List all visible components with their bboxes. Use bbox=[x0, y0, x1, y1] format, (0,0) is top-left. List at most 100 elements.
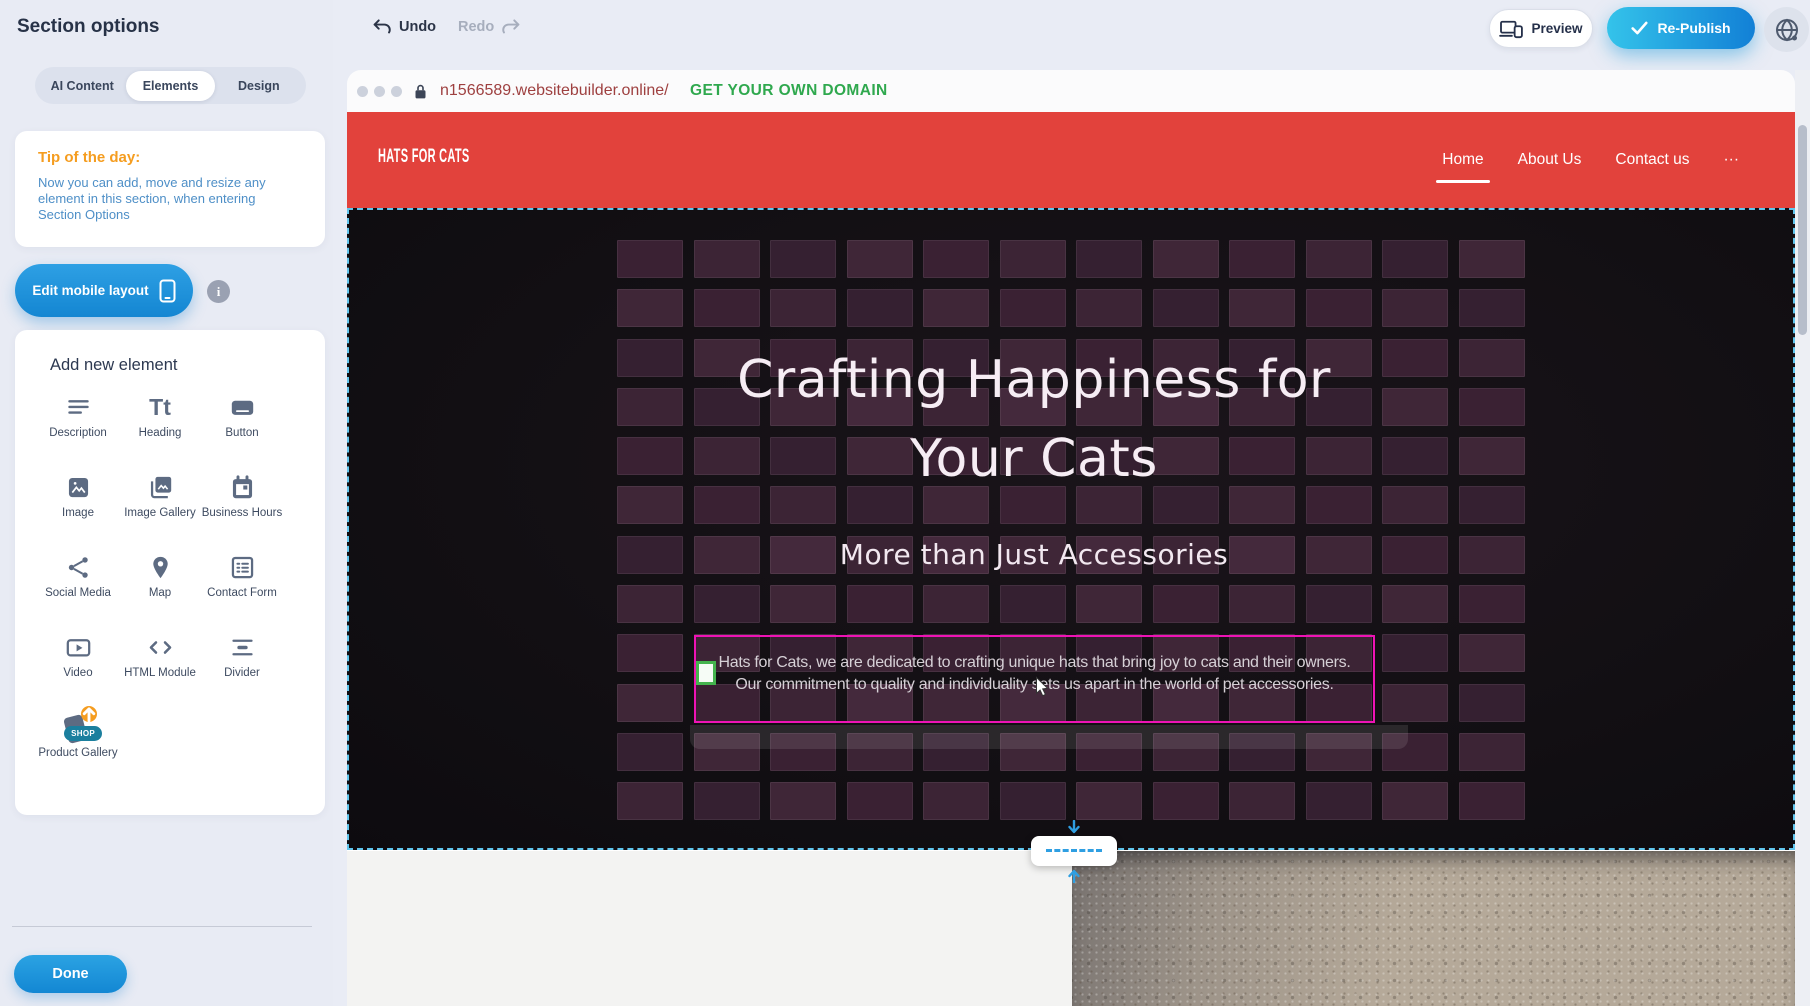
contact-form-icon bbox=[227, 552, 257, 582]
add-element-divider[interactable]: Divider bbox=[201, 632, 283, 712]
product-gallery-icon: SHOP bbox=[63, 712, 93, 742]
map-icon bbox=[145, 552, 175, 582]
hero-heading[interactable]: Crafting Happiness for Your Cats bbox=[347, 341, 1721, 499]
site-url[interactable]: n1566589.websitebuilder.online/ bbox=[440, 82, 669, 100]
add-element-social-media[interactable]: Social Media bbox=[37, 552, 119, 632]
devices-icon bbox=[1499, 19, 1523, 39]
add-element-label: Image bbox=[62, 507, 94, 520]
add-element-grid: Description Tt Heading Button Image Image Gal… bbox=[37, 392, 303, 792]
add-element-label: Business Hours bbox=[202, 507, 283, 520]
add-element-label: Description bbox=[49, 427, 107, 440]
panel-tabbar: AI ContentElementsDesign bbox=[35, 67, 306, 104]
nav-item-home[interactable]: Home bbox=[1442, 151, 1483, 169]
arrow-up-icon bbox=[1066, 868, 1082, 883]
arrow-down-icon bbox=[1066, 820, 1082, 835]
tab-ai-content[interactable]: AI Content bbox=[38, 71, 126, 101]
undo-button[interactable]: Undo bbox=[372, 18, 436, 36]
tip-title: Tip of the day: bbox=[38, 149, 140, 166]
preview-button[interactable]: Preview bbox=[1489, 9, 1593, 48]
site-header: HATS FOR CATS Home About Us Contact us ··· bbox=[347, 112, 1795, 208]
add-element-map[interactable]: Map bbox=[119, 552, 201, 632]
get-domain-link[interactable]: GET YOUR OWN DOMAIN bbox=[690, 82, 888, 100]
tab-design[interactable]: Design bbox=[215, 71, 303, 101]
add-element-label: Heading bbox=[139, 427, 182, 440]
mouse-cursor bbox=[1035, 676, 1050, 697]
divider-icon bbox=[227, 632, 257, 662]
add-element-heading[interactable]: Tt Heading bbox=[119, 392, 201, 472]
hero-paragraph-line1: Hats for Cats, we are dedicated to craft… bbox=[696, 652, 1373, 674]
paragraph-hover-strip bbox=[690, 725, 1408, 749]
html-module-icon bbox=[145, 632, 175, 662]
hero-section[interactable]: Crafting Happiness for Your Cats More th… bbox=[347, 208, 1795, 850]
tip-card: Tip of the day: Now you can add, move an… bbox=[15, 131, 325, 247]
resize-dash-icon bbox=[1046, 849, 1102, 852]
redo-button[interactable]: Redo bbox=[458, 18, 521, 36]
republish-button[interactable]: Re-Publish bbox=[1607, 7, 1755, 49]
nav-item-about-us[interactable]: About Us bbox=[1518, 151, 1582, 169]
redo-label: Redo bbox=[458, 19, 494, 35]
lock-icon bbox=[413, 83, 428, 100]
add-element-label: Map bbox=[149, 587, 171, 600]
globe-icon bbox=[1774, 17, 1800, 43]
add-element-description[interactable]: Description bbox=[37, 392, 119, 472]
add-element-html-module[interactable]: HTML Module bbox=[119, 632, 201, 712]
add-element-button[interactable]: Button bbox=[201, 392, 283, 472]
site-logo[interactable]: HATS FOR CATS bbox=[378, 146, 470, 168]
next-section-gravel-image bbox=[1072, 851, 1795, 1006]
hero-heading-line2: Your Cats bbox=[347, 420, 1721, 499]
element-drag-handle[interactable] bbox=[696, 661, 716, 685]
image-gallery-icon bbox=[145, 472, 175, 502]
browser-chrome-bar: n1566589.websitebuilder.online/ GET YOUR… bbox=[347, 70, 1795, 112]
description-icon bbox=[63, 392, 93, 422]
add-element-card: Add new element DescriptionTtHeadingButt… bbox=[15, 330, 325, 815]
page-title: Section options bbox=[17, 16, 160, 38]
add-element-video[interactable]: Video bbox=[37, 632, 119, 712]
republish-label: Re-Publish bbox=[1657, 20, 1730, 36]
add-element-contact-form[interactable]: Contact Form bbox=[201, 552, 283, 632]
add-element-business-hours[interactable]: Business Hours bbox=[201, 472, 283, 552]
scrollbar-thumb[interactable] bbox=[1798, 125, 1807, 335]
nav-item-item[interactable]: ··· bbox=[1724, 151, 1740, 169]
site-canvas: HATS FOR CATS HomeAbout UsContact us··· … bbox=[347, 112, 1795, 1006]
info-icon[interactable]: i bbox=[207, 280, 230, 303]
app-root: Section options AI ContentElementsDesign… bbox=[0, 0, 1810, 1006]
section-resize-handle[interactable] bbox=[1031, 836, 1117, 866]
section-options-panel: Section options AI ContentElementsDesign… bbox=[0, 0, 333, 1006]
edit-mobile-layout-button[interactable]: Edit mobile layout bbox=[15, 264, 193, 317]
hero-subheading[interactable]: More than Just Accessories bbox=[347, 538, 1721, 571]
add-element-image-gallery[interactable]: Image Gallery bbox=[119, 472, 201, 552]
done-button[interactable]: Done bbox=[14, 955, 127, 993]
undo-icon bbox=[372, 18, 392, 36]
add-element-label: Social Media bbox=[45, 587, 111, 600]
add-element-product-gallery[interactable]: SHOP Product Gallery bbox=[37, 712, 119, 792]
canvas-scrollbar bbox=[1795, 70, 1810, 1006]
add-element-label: Button bbox=[225, 427, 258, 440]
redo-icon bbox=[501, 18, 521, 36]
add-element-label: Divider bbox=[224, 667, 260, 680]
hero-content: Crafting Happiness for Your Cats More th… bbox=[347, 208, 1721, 850]
preview-label: Preview bbox=[1531, 21, 1582, 36]
video-icon bbox=[63, 632, 93, 662]
heading-icon: Tt bbox=[145, 392, 175, 422]
add-element-label: Product Gallery bbox=[38, 747, 117, 760]
add-element-label: Video bbox=[63, 667, 92, 680]
social-media-icon bbox=[63, 552, 93, 582]
upgrade-arrow-icon bbox=[81, 706, 97, 722]
hero-heading-line1: Crafting Happiness for bbox=[347, 341, 1721, 420]
globe-language-button[interactable] bbox=[1764, 7, 1809, 52]
business-hours-icon bbox=[227, 472, 257, 502]
button-icon bbox=[227, 392, 257, 422]
tab-elements[interactable]: Elements bbox=[126, 71, 214, 101]
undo-label: Undo bbox=[399, 19, 436, 35]
site-nav: Home About Us Contact us ··· bbox=[1442, 112, 1739, 208]
add-element-image[interactable]: Image bbox=[37, 472, 119, 552]
nav-item-contact-us[interactable]: Contact us bbox=[1615, 151, 1689, 169]
add-element-label: HTML Module bbox=[124, 667, 196, 680]
edit-mobile-layout-label: Edit mobile layout bbox=[32, 283, 148, 298]
mobile-phone-icon bbox=[159, 279, 176, 303]
image-icon bbox=[63, 472, 93, 502]
shop-badge: SHOP bbox=[64, 726, 102, 741]
sidebar-divider bbox=[12, 926, 312, 927]
browser-dots-icon bbox=[357, 86, 402, 97]
check-icon bbox=[1631, 21, 1648, 35]
